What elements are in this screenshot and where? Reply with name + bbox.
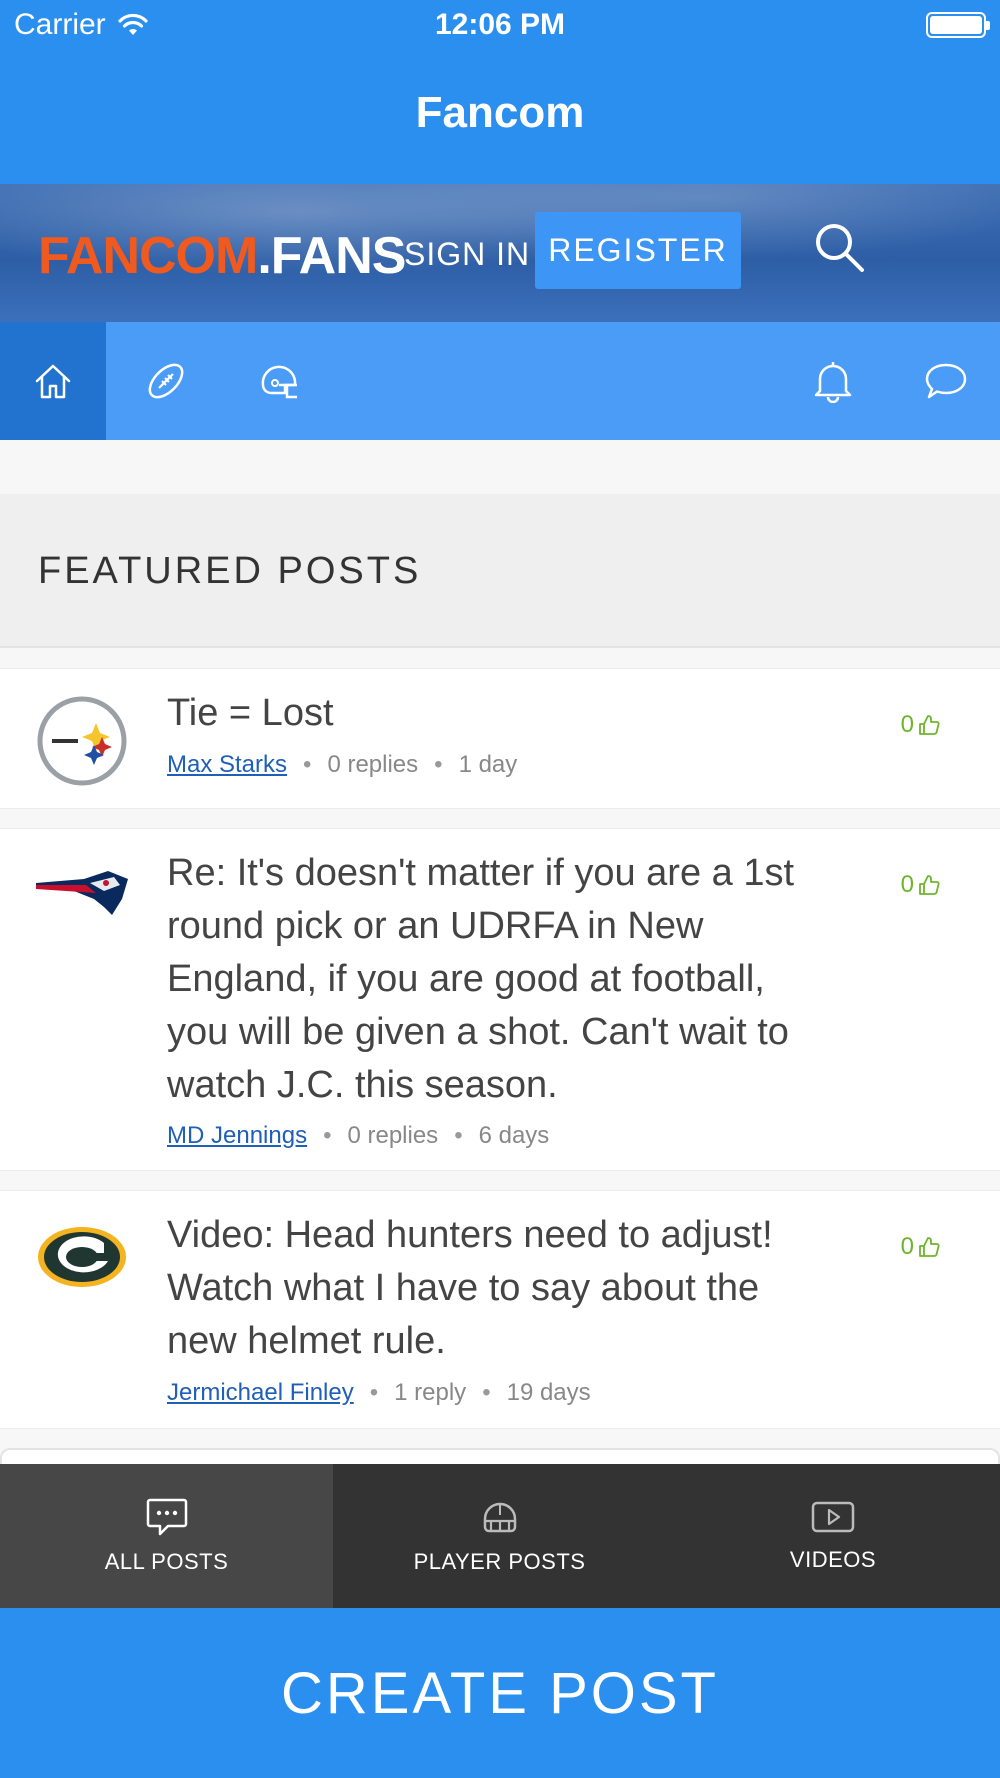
icon-nav — [0, 322, 1000, 440]
nav-players[interactable] — [226, 322, 332, 440]
tab-videos[interactable]: VIDEOS — [666, 1464, 1000, 1608]
site-banner: FANCOM.FANS SIGN IN REGISTER — [0, 184, 1000, 322]
post-author-link[interactable]: Max Starks — [167, 751, 287, 778]
like-count: 0 — [900, 871, 914, 898]
battery-icon — [926, 12, 990, 38]
nav-notifications[interactable] — [780, 322, 886, 440]
top-bar: Carrier 12:06 PM Fancom — [0, 0, 1000, 184]
status-time: 12:06 PM — [434, 8, 566, 41]
post-item[interactable]: Video: Head hunters need to adjust! Watc… — [0, 1190, 1000, 1429]
search-icon[interactable] — [812, 220, 868, 276]
meta-separator: • — [303, 751, 312, 778]
post-author-link[interactable]: Jermichael Finley — [167, 1379, 354, 1406]
post-age: 1 day — [458, 751, 518, 778]
patriots-logo-icon — [36, 871, 128, 915]
tab-bar: ALL POSTS PLAYER POSTS VIDEOS — [0, 1464, 1000, 1608]
register-button[interactable]: REGISTER — [535, 212, 741, 289]
post-title[interactable]: Video: Head hunters need to adjust! Watc… — [167, 1209, 817, 1368]
post-meta: MD Jennings • 0 replies • 6 days — [167, 1122, 549, 1150]
home-icon — [35, 364, 71, 399]
content-area[interactable]: FEATURED POSTS Tie = Lost Max Starks • 0 r… — [0, 440, 1000, 1464]
tab-label: PLAYER POSTS — [413, 1549, 586, 1574]
post-age: 19 days — [506, 1379, 591, 1406]
meta-separator: • — [454, 1122, 463, 1149]
thumbs-up-icon — [919, 715, 940, 735]
steelers-logo-icon — [37, 696, 127, 786]
meta-separator: • — [323, 1122, 332, 1149]
tab-label: VIDEOS — [789, 1547, 877, 1572]
nav-title: Fancom — [415, 88, 585, 137]
post-title[interactable]: Re: It's doesn't matter if you are a 1st… — [167, 847, 817, 1112]
post-title[interactable]: Tie = Lost — [167, 687, 817, 740]
thumbs-up-icon — [919, 1237, 940, 1257]
chat-bubble-icon — [925, 363, 967, 399]
post-item-partial[interactable] — [0, 1448, 1000, 1464]
tab-label: ALL POSTS — [104, 1549, 229, 1574]
like-button[interactable]: 0 — [901, 711, 940, 739]
sign-in-link[interactable]: SIGN IN — [404, 236, 530, 273]
fancom-logo[interactable]: FANCOM.FANS — [38, 226, 406, 286]
bell-icon — [814, 362, 852, 403]
like-button[interactable]: 0 — [901, 1233, 940, 1261]
meta-separator: • — [482, 1379, 491, 1406]
nav-home[interactable] — [0, 322, 106, 440]
helmet-icon — [483, 1502, 516, 1533]
thumbs-up-icon — [919, 875, 940, 895]
status-bar: Carrier 12:06 PM — [0, 0, 1000, 52]
play-icon — [811, 1501, 855, 1533]
create-post-button[interactable]: CREATE POST — [0, 1608, 1000, 1778]
chat-icon — [146, 1498, 187, 1536]
post-meta: Jermichael Finley • 1 reply • 19 days — [167, 1379, 591, 1407]
like-button[interactable]: 0 — [901, 871, 940, 899]
tab-all-posts[interactable]: ALL POSTS — [0, 1464, 333, 1608]
meta-separator: • — [434, 751, 443, 778]
meta-separator: • — [369, 1379, 379, 1406]
nav-messages[interactable] — [893, 322, 999, 440]
post-meta: Max Starks • 0 replies • 1 day — [167, 751, 517, 779]
featured-header: FEATURED POSTS — [0, 494, 1000, 648]
nav-football[interactable] — [113, 322, 219, 440]
logo-part2: .FANS — [257, 227, 406, 285]
post-replies: 0 replies — [347, 1122, 439, 1149]
like-count: 0 — [900, 1233, 914, 1260]
logo-part1: FANCOM — [38, 227, 258, 285]
post-replies: 0 replies — [327, 751, 419, 778]
post-author-link[interactable]: MD Jennings — [167, 1122, 307, 1149]
helmet-icon — [261, 365, 297, 399]
post-item[interactable]: Tie = Lost Max Starks • 0 replies • 1 day 0 — [0, 668, 1000, 809]
post-item[interactable]: Re: It's doesn't matter if you are a 1st… — [0, 828, 1000, 1171]
packers-logo-icon — [38, 1227, 126, 1287]
post-replies: 1 reply — [394, 1379, 467, 1406]
football-icon — [148, 363, 184, 399]
like-count: 0 — [900, 711, 914, 738]
tab-player-posts[interactable]: PLAYER POSTS — [333, 1464, 666, 1608]
featured-heading: FEATURED POSTS — [38, 550, 422, 592]
post-age: 6 days — [478, 1122, 550, 1149]
